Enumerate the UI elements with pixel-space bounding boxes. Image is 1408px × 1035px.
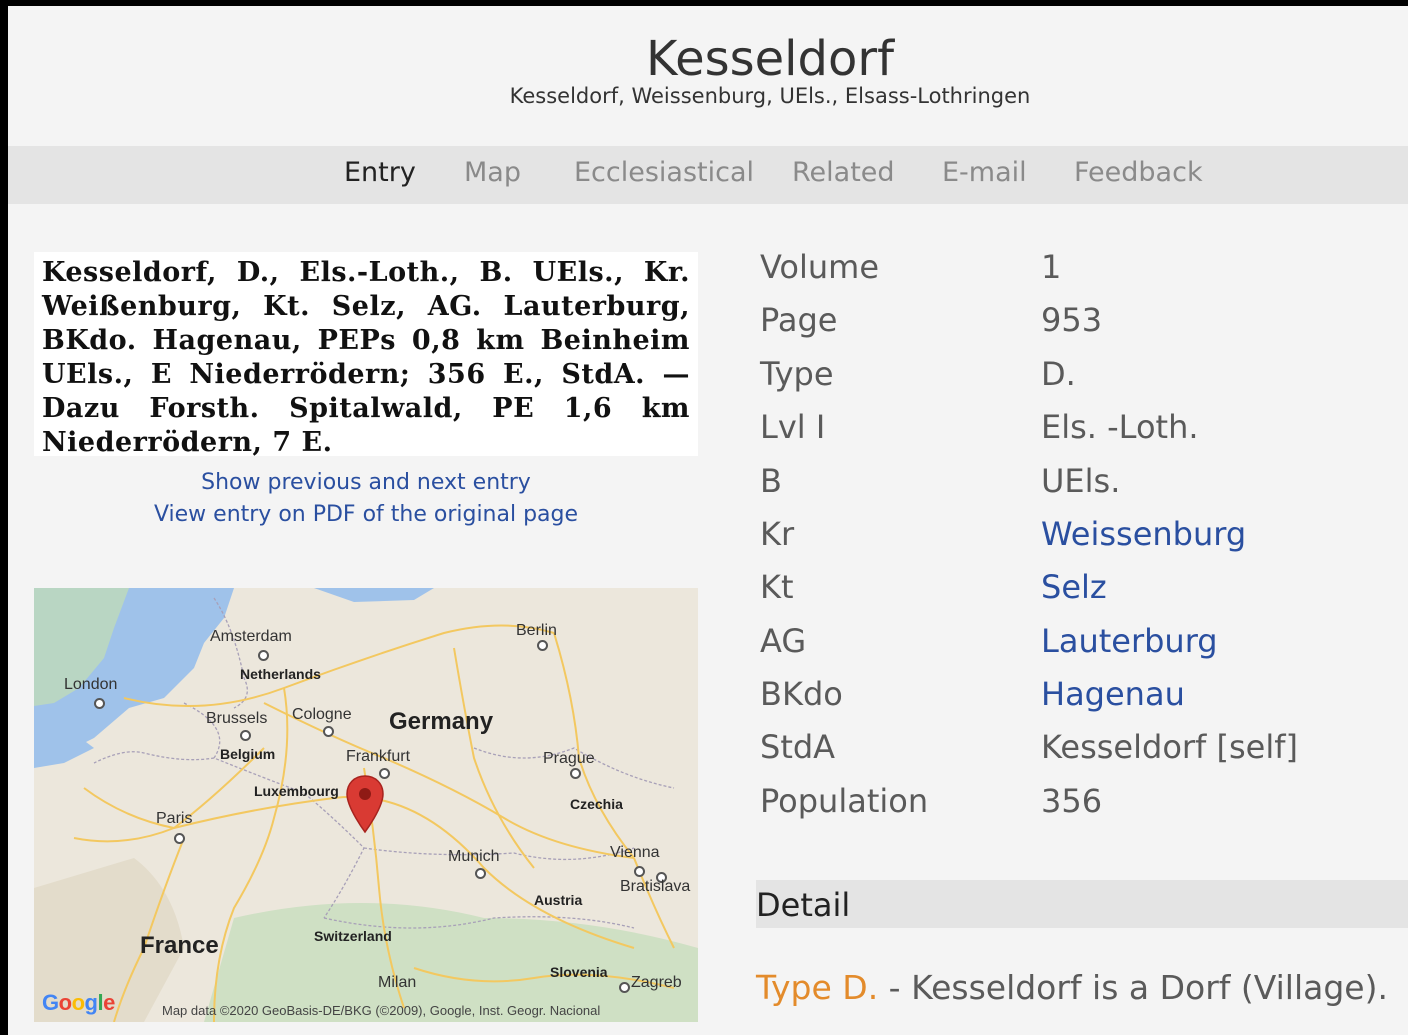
map-label-prague: Prague bbox=[543, 750, 595, 767]
info-val-page: 953 bbox=[1041, 301, 1103, 339]
info-key-type: Type bbox=[760, 355, 834, 393]
detail-text: Type D. - Kesseldorf is a Dorf (Village)… bbox=[756, 968, 1388, 1007]
map-label-luxembourg: Luxembourg bbox=[254, 783, 339, 799]
detail-heading: Detail bbox=[756, 886, 851, 924]
tab-related[interactable]: Related bbox=[792, 157, 895, 188]
map-label-milan: Milan bbox=[378, 974, 417, 991]
map-label-switzerland: Switzerland bbox=[314, 928, 392, 944]
map-label-frankfurt: Frankfurt bbox=[346, 748, 411, 765]
entry-scan-text: Kesseldorf, D., Els.-Loth., B. UEls., Kr… bbox=[42, 257, 690, 456]
info-key-bkdo: BKdo bbox=[760, 675, 843, 713]
view-pdf-link[interactable]: View entry on PDF of the original page bbox=[34, 502, 698, 527]
info-link-weissenburg[interactable]: Weissenburg bbox=[1041, 515, 1246, 553]
info-val-volume: 1 bbox=[1041, 248, 1062, 286]
info-link-hagenau[interactable]: Hagenau bbox=[1041, 675, 1185, 713]
map-label-germany: Germany bbox=[389, 708, 494, 735]
detail-section-header: Detail bbox=[756, 880, 1408, 928]
info-key-b: B bbox=[760, 462, 782, 500]
map-label-brussels: Brussels bbox=[206, 710, 268, 727]
london-dot bbox=[94, 698, 105, 709]
location-marker-icon[interactable] bbox=[345, 774, 385, 836]
info-val-type: D. bbox=[1041, 355, 1076, 393]
prague-dot bbox=[570, 768, 581, 779]
tab-email[interactable]: E-mail bbox=[942, 157, 1027, 188]
tab-map[interactable]: Map bbox=[464, 157, 521, 188]
brussels-dot bbox=[240, 730, 251, 741]
info-key-stda: StdA bbox=[760, 728, 836, 766]
info-key-page: Page bbox=[760, 301, 838, 339]
info-key-lvl: Lvl I bbox=[760, 408, 826, 446]
page-subtitle: Kesseldorf, Weissenburg, UEls., Elsass-L… bbox=[509, 84, 1031, 108]
map-label-vienna: Vienna bbox=[610, 844, 660, 861]
info-link-lauterburg[interactable]: Lauterburg bbox=[1041, 622, 1218, 660]
paris-dot bbox=[174, 833, 185, 844]
info-val-lvl: Els. -Loth. bbox=[1041, 408, 1199, 446]
detail-type-label: Type D. bbox=[756, 968, 879, 1007]
map-label-france: France bbox=[140, 932, 219, 959]
info-key-kr: Kr bbox=[760, 515, 795, 553]
vienna-dot bbox=[634, 866, 645, 877]
tab-entry[interactable]: Entry bbox=[344, 157, 416, 188]
map-label-cologne: Cologne bbox=[292, 706, 352, 723]
info-key-kt: Kt bbox=[760, 568, 794, 606]
berlin-dot bbox=[537, 640, 548, 651]
zagreb-dot bbox=[619, 982, 630, 993]
detail-description: - Kesseldorf is a Dorf (Village). bbox=[878, 968, 1388, 1007]
page: Kesseldorf Kesseldorf, Weissenburg, UEls… bbox=[8, 6, 1408, 1035]
entry-scan-image: Kesseldorf, D., Els.-Loth., B. UEls., Kr… bbox=[34, 252, 698, 456]
baltic bbox=[314, 588, 434, 602]
info-key-population: Population bbox=[760, 782, 929, 820]
info-val-stda: Kesseldorf [self] bbox=[1041, 728, 1298, 766]
map-label-austria: Austria bbox=[534, 892, 583, 908]
info-key-volume: Volume bbox=[760, 248, 880, 286]
map-label-amsterdam: Amsterdam bbox=[210, 628, 292, 645]
map-label-berlin: Berlin bbox=[516, 622, 557, 639]
amsterdam-dot bbox=[258, 650, 269, 661]
info-link-selz[interactable]: Selz bbox=[1041, 568, 1107, 606]
map-label-belgium: Belgium bbox=[220, 746, 276, 762]
tab-ecclesiastical[interactable]: Ecclesiastical bbox=[574, 157, 754, 188]
map-attribution: Map data ©2020 GeoBasis-DE/BKG (©2009), … bbox=[162, 1003, 601, 1018]
map-label-paris: Paris bbox=[156, 810, 193, 827]
map-label-munich: Munich bbox=[448, 848, 500, 865]
info-val-population: 356 bbox=[1041, 782, 1103, 820]
cologne-dot bbox=[323, 726, 334, 737]
google-logo: Google bbox=[42, 990, 115, 1015]
munich-dot bbox=[475, 868, 486, 879]
map-label-bratislava: Bratislava bbox=[620, 878, 691, 895]
map-label-london: London bbox=[64, 676, 118, 693]
map-label-czechia: Czechia bbox=[570, 796, 623, 812]
location-map[interactable]: Amsterdam Berlin London Netherlands Brus… bbox=[34, 588, 698, 1022]
tab-feedback[interactable]: Feedback bbox=[1074, 157, 1203, 188]
map-label-netherlands: Netherlands bbox=[240, 666, 321, 682]
show-prev-next-link[interactable]: Show previous and next entry bbox=[34, 470, 698, 495]
map-label-zagreb: Zagreb bbox=[631, 974, 682, 991]
page-title: Kesseldorf bbox=[646, 31, 894, 87]
info-val-b: UEls. bbox=[1041, 462, 1121, 500]
info-key-ag: AG bbox=[760, 622, 807, 660]
map-label-slovenia: Slovenia bbox=[550, 964, 608, 980]
nav-bar: Entry Map Ecclesiastical Related E-mail … bbox=[8, 146, 1408, 204]
